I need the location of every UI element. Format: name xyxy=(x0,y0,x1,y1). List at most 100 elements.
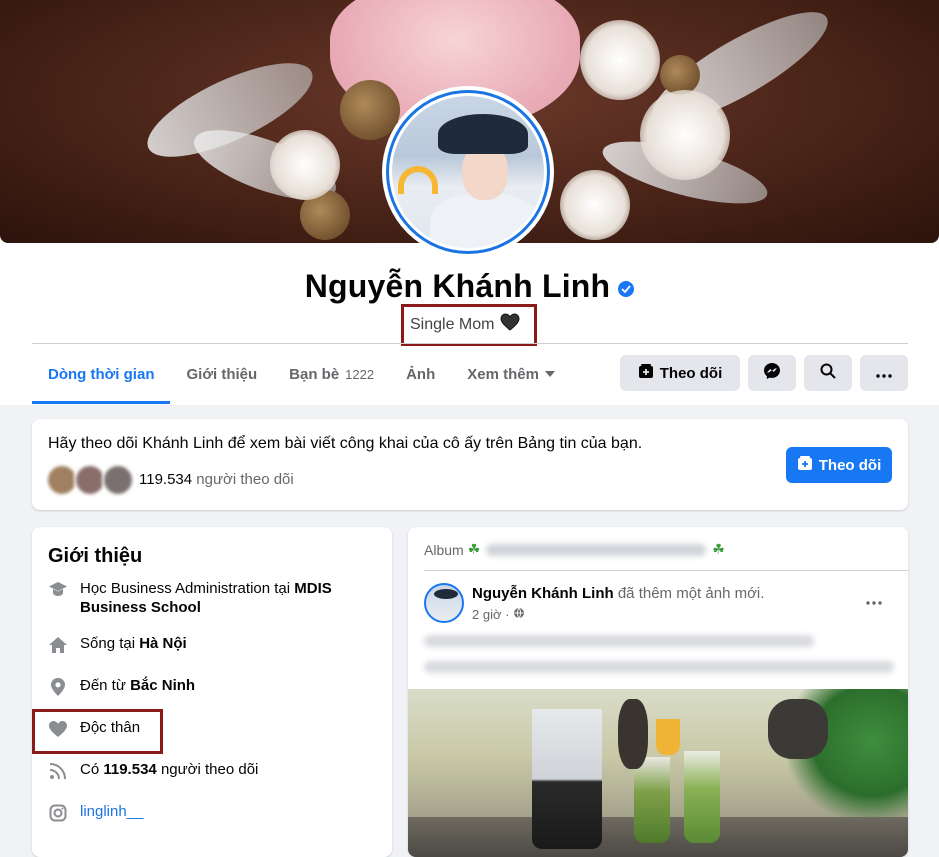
post-divider xyxy=(424,570,908,571)
intro-followers-prefix: Có xyxy=(80,761,100,778)
bio-text: Single Mom xyxy=(410,316,495,333)
intro-hometown-prefix: Đến từ xyxy=(80,677,126,694)
friends-count: 1222 xyxy=(345,366,375,382)
search-icon xyxy=(820,363,836,383)
location-pin-icon xyxy=(48,677,68,697)
photo-person xyxy=(618,699,648,769)
photo-drink xyxy=(656,719,680,755)
album-header[interactable]: Album ☘ ☘ xyxy=(424,541,725,558)
avatar-image xyxy=(392,96,544,248)
instagram-icon xyxy=(48,803,68,823)
tab-friends[interactable]: Bạn bè 1222 xyxy=(273,344,390,404)
tab-label: Bạn bè xyxy=(289,365,340,383)
graduation-cap-icon xyxy=(48,579,68,599)
follow-primary-label: Theo dõi xyxy=(818,456,882,474)
more-icon xyxy=(876,365,892,382)
intro-education: Học Business Administration tại MDIS Bus… xyxy=(48,579,370,617)
instagram-link[interactable]: linglinh__ xyxy=(80,803,143,820)
followers-count-value: 119.534 xyxy=(139,471,193,488)
tab-label: Xem thêm xyxy=(467,365,539,383)
profile-avatar[interactable] xyxy=(382,86,554,258)
globe-icon xyxy=(513,607,525,622)
profile-header: Nguyễn Khánh Linh Single Mom Dòng thời g… xyxy=(0,0,939,405)
intro-instagram: linglinh__ xyxy=(48,803,143,823)
post-text-blurred xyxy=(424,635,814,647)
intro-education-text: Học Business Administration tại MDIS Bus… xyxy=(80,579,370,617)
post-card: Album ☘ ☘ Nguyễn Khánh Linh đã thêm một … xyxy=(408,527,908,857)
post-action-text: đã thêm một ảnh mới. xyxy=(617,585,765,602)
follow-button[interactable]: Theo dõi xyxy=(620,355,740,391)
intro-title: Giới thiệu xyxy=(48,545,143,567)
intro-hometown: Đến từ Bắc Ninh xyxy=(48,677,195,697)
black-heart-icon xyxy=(500,313,520,336)
tab-photos[interactable]: Ảnh xyxy=(390,344,451,404)
post-author-name[interactable]: Nguyễn Khánh Linh xyxy=(472,585,614,602)
profile-tabs: Dòng thời gian Giới thiệu Bạn bè 1222 Ảnh… xyxy=(32,344,571,404)
profile-bio: Single Mom xyxy=(410,313,520,336)
followers-count-suffix: người theo dõi xyxy=(196,471,294,488)
follow-prompt-text: Hãy theo dõi Khánh Linh để xem bài viết … xyxy=(48,435,643,452)
post-options-button[interactable] xyxy=(862,589,886,613)
post-author-line: Nguyễn Khánh Linh đã thêm một ảnh mới. xyxy=(472,585,764,602)
clover-icon: ☘ xyxy=(712,541,725,557)
intro-followers-suffix: người theo dõi xyxy=(160,761,259,778)
intro-card: Giới thiệu Học Business Administration t… xyxy=(32,527,392,857)
tab-label: Ảnh xyxy=(406,365,436,383)
search-button[interactable] xyxy=(804,355,852,391)
follow-plus-icon xyxy=(797,455,813,475)
cover-fluff xyxy=(580,20,660,100)
avatar-hat xyxy=(438,114,528,154)
intro-education-prefix: Học Business Administration tại xyxy=(80,580,291,597)
more-icon xyxy=(866,592,882,610)
followers-count: 119.534 người theo dõi xyxy=(139,471,294,488)
post-photo[interactable] xyxy=(408,689,908,857)
follow-button-label: Theo dõi xyxy=(659,364,723,382)
album-name-blurred xyxy=(486,543,707,556)
tab-timeline[interactable]: Dòng thời gian xyxy=(32,344,171,404)
messenger-icon xyxy=(763,362,781,384)
follow-primary-button[interactable]: Theo dõi xyxy=(786,447,892,483)
follow-prompt-card: Hãy theo dõi Khánh Linh để xem bài viết … xyxy=(32,419,908,510)
cover-fluff xyxy=(270,130,340,200)
avatar-rainbow xyxy=(398,166,438,194)
cover-fluff xyxy=(640,90,730,180)
post-timestamp: 2 giờ · xyxy=(472,607,525,622)
follower-avatars xyxy=(46,464,138,496)
intro-hometown-text: Đến từ Bắc Ninh xyxy=(80,677,195,694)
tab-more[interactable]: Xem thêm xyxy=(451,344,571,404)
heart-icon xyxy=(48,719,68,739)
caret-down-icon xyxy=(544,371,555,377)
intro-followers: Có 119.534 người theo dõi xyxy=(48,761,258,781)
photo-drink xyxy=(634,757,670,843)
follower-avatar xyxy=(102,464,134,496)
verified-badge-icon xyxy=(618,280,635,297)
intro-followers-value: 119.534 xyxy=(103,761,157,778)
tab-about[interactable]: Giới thiệu xyxy=(170,344,273,404)
more-options-button[interactable] xyxy=(860,355,908,391)
follow-plus-icon xyxy=(638,363,654,383)
profile-name-row: Nguyễn Khánh Linh xyxy=(0,268,939,305)
clover-icon: ☘ xyxy=(467,541,481,557)
post-author-avatar[interactable] xyxy=(424,583,464,623)
profile-name: Nguyễn Khánh Linh xyxy=(304,268,611,304)
intro-followers-text: Có 119.534 người theo dõi xyxy=(80,761,258,778)
intro-lives-text: Sống tại Hà Nội xyxy=(80,635,187,652)
intro-relationship: Độc thân xyxy=(48,719,140,739)
tab-label: Giới thiệu xyxy=(186,365,258,383)
intro-hometown-place[interactable]: Bắc Ninh xyxy=(130,677,195,694)
messenger-button[interactable] xyxy=(748,355,796,391)
intro-lives: Sống tại Hà Nội xyxy=(48,635,187,655)
post-text-blurred xyxy=(424,661,894,673)
post-time-text[interactable]: 2 giờ · xyxy=(472,607,509,622)
photo-person xyxy=(768,699,828,759)
cover-fluff xyxy=(560,170,630,240)
avatar-story-ring xyxy=(386,90,550,254)
photo-straw-cup xyxy=(532,709,602,849)
tab-label: Dòng thời gian xyxy=(48,365,155,383)
home-icon xyxy=(48,635,68,655)
avatar-shirt xyxy=(430,194,540,248)
cover-pinecone xyxy=(660,55,700,95)
intro-relationship-text: Độc thân xyxy=(80,719,141,736)
intro-lives-place[interactable]: Hà Nội xyxy=(139,635,187,652)
intro-lives-prefix: Sống tại xyxy=(80,635,136,652)
